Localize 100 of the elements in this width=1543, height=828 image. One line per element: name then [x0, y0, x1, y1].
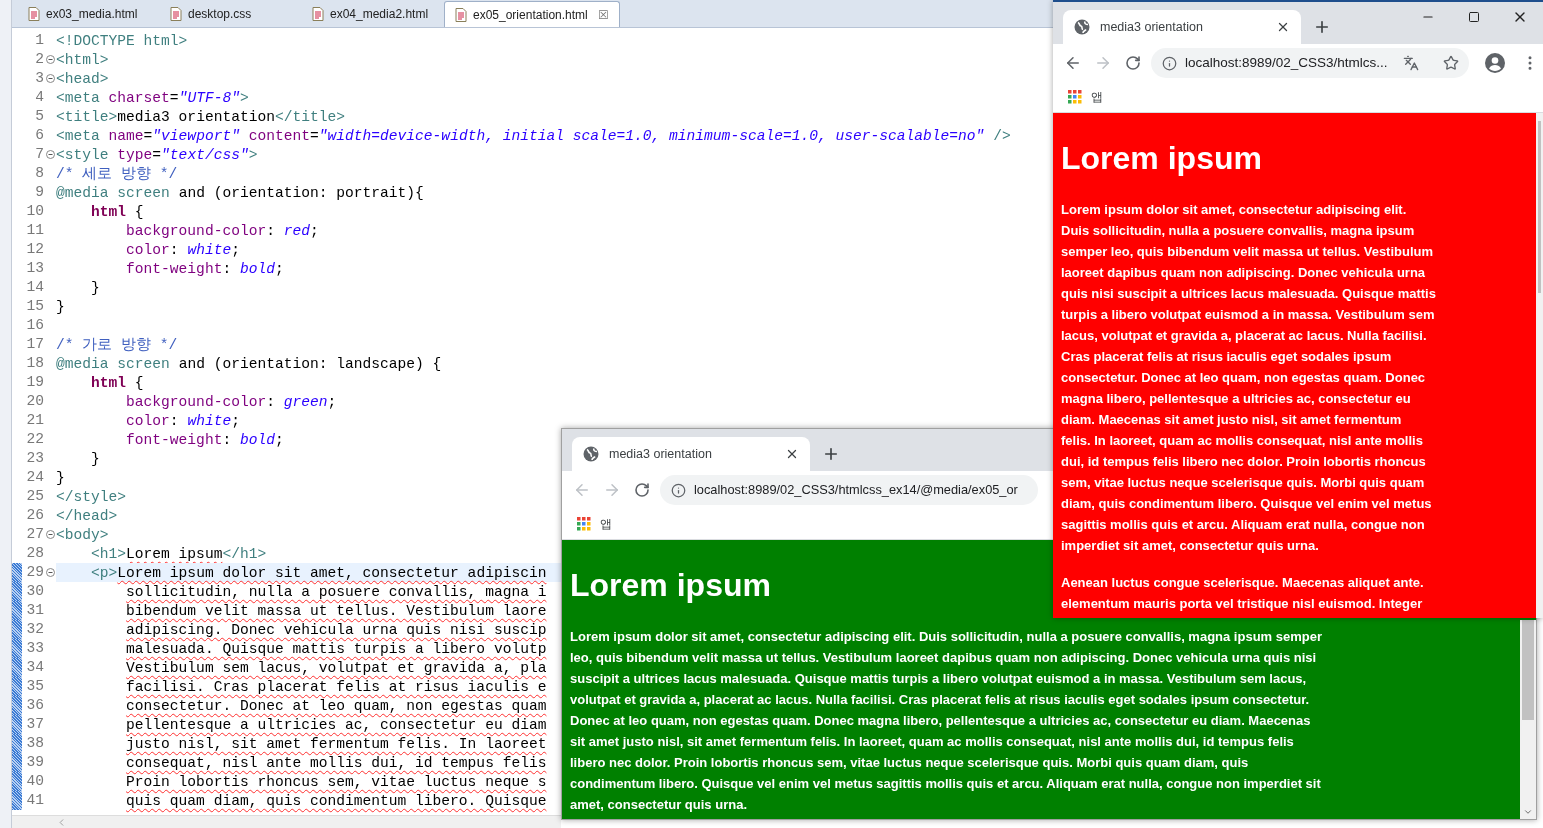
code-line: Vestibulum sem lacus, volutpat et gravida a, pla: [125, 660, 547, 676]
translate-icon[interactable]: [1403, 55, 1419, 71]
line-number: 13: [25, 259, 44, 278]
line-number: 26: [25, 506, 44, 525]
code-line: }: [56, 299, 65, 315]
page-heading: Lorem ipsum: [1061, 139, 1262, 177]
code-line: </style>: [56, 489, 127, 505]
code-line: <style type="text/css">: [56, 147, 258, 163]
code-line: <p>Lorem ipsum dolor sit amet, consectetur adipiscin: [90, 565, 547, 581]
vertical-scrollbar[interactable]: [1520, 620, 1536, 819]
line-number: 22: [25, 430, 44, 449]
line-number: 39: [25, 753, 44, 772]
code-line: adipiscing. Donec vehicula urna quis nisi suscip: [125, 622, 547, 638]
bookmark-label[interactable]: 앱: [1091, 88, 1103, 106]
code-line: <body>: [56, 527, 109, 543]
code-line: background-color: red;: [125, 223, 319, 239]
code-line: }: [56, 470, 65, 486]
code-line: background-color: green;: [125, 394, 337, 410]
code-line: </head>: [56, 508, 118, 524]
line-number: 2: [34, 50, 44, 69]
paragraph: Lorem ipsum dolor sit amet, consectetur adipiscing elit. Duis sollicitudin, nulla a posuere convallis, magna ipsum semper leo, quis bibendum velit massa ut tellus. Vestibulum laoreet dapibus quam non adipiscing. Donec vehicula urna quis nisi suscipit a ultrices lacus malesuada. Quisque mattis turpis a libero volutpat euismod a in massa. Vestibulum sem lacus, volutpat et gravida a, placerat ac lacus. Nulla facilisi. Cras placerat felis at risus iaculis eget sodales ipsum consectetur. Donec at leo quam, non egestas quam. Donec magna libero, pellentesque a ultricies ac, consectetur eu diam. Maecenas sit amet justo nisl, sit amet fermentum felis. In laoreet, quam ac mollis consequat, nisl ante mollis dui, id tempus felis libero nec dolor. Proin lobortis rhoncus sem, vitae luctus neque scelerisque quis. Morbi quis quam diam, quis condimentum libero. Quisque vel enim vel metus sagittis mollis quis et arcu. Aliquam erat nulla, congue non imperdiet sit amet, consectetur quis urna.: [570, 628, 1322, 814]
code-line: html {: [90, 204, 144, 220]
line-number: 38: [25, 734, 44, 753]
line-number: 36: [25, 696, 44, 715]
fold-icon[interactable]: [45, 568, 55, 577]
line-number: 29: [25, 563, 44, 582]
line-number: 23: [25, 449, 44, 468]
code-line: pellentesque a ultricies ac, consectetur eu diam: [125, 717, 547, 733]
new-tab-icon[interactable]: [822, 445, 840, 463]
info-icon[interactable]: [1162, 55, 1177, 71]
page-heading: Lorem ipsum: [570, 566, 771, 604]
line-number: 24: [25, 468, 44, 487]
code-line: consequat, nisl ante mollis dui, id tempus felis: [125, 755, 547, 771]
info-icon[interactable]: [671, 482, 686, 498]
globe-icon: [1074, 19, 1090, 35]
reload-button[interactable]: [1125, 55, 1141, 71]
code-line: <head>: [56, 71, 109, 87]
apps-icon[interactable]: [577, 517, 591, 531]
line-number: 34: [25, 658, 44, 677]
line-number: 9: [34, 183, 44, 202]
close-icon[interactable]: ☒: [597, 5, 609, 24]
file-icon: [28, 7, 40, 21]
fold-icon[interactable]: [45, 530, 55, 539]
file-icon: [312, 7, 324, 21]
code-line: quis quam diam, quis condimentum libero. Quisque: [125, 793, 547, 809]
reload-button[interactable]: [634, 482, 650, 498]
close-icon[interactable]: [785, 447, 799, 461]
code-line: sollicitudin, nulla a posuere convallis, magna i: [125, 584, 547, 600]
code-line: malesuada. Quisque mattis turpis a libero volutp: [125, 641, 547, 657]
editor-tab[interactable]: ex05_orientation.html ☒: [444, 1, 620, 27]
line-number: 21: [25, 411, 44, 430]
address-bar[interactable]: localhost:8989/02_CSS3/htmlcs...: [1151, 48, 1469, 78]
bookmark-star-icon[interactable]: [1443, 55, 1459, 71]
line-number: 5: [34, 107, 44, 126]
close-icon[interactable]: [1276, 20, 1290, 34]
apps-icon[interactable]: [1068, 90, 1082, 104]
browser-tab[interactable]: media3 orientation: [1063, 10, 1301, 44]
code-line: /* 세로 방향 */: [56, 166, 178, 182]
line-number: 6: [34, 126, 44, 145]
bookmark-label[interactable]: 앱: [600, 515, 612, 533]
file-icon: [455, 7, 467, 22]
code-line: html {: [90, 375, 144, 391]
line-number: 10: [25, 202, 44, 221]
code-line: Proin lobortis rhoncus sem, vitae luctus neque s: [125, 774, 547, 790]
code-line: /* 가로 방향 */: [56, 337, 178, 353]
line-number: 33: [25, 639, 44, 658]
line-number: 40: [25, 772, 44, 791]
line-number: 12: [25, 240, 44, 259]
line-number: 16: [25, 316, 44, 335]
line-number: 14: [25, 278, 44, 297]
code-line: @media screen and (orientation: portrait){: [56, 185, 424, 201]
line-number: 15: [25, 297, 44, 316]
code-line: <!DOCTYPE html>: [56, 33, 188, 49]
fold-icon[interactable]: [45, 55, 55, 64]
code-line: justo nisl, sit amet fermentum felis. In laoreet: [125, 736, 547, 752]
line-number: 28: [25, 544, 44, 563]
line-number: 8: [34, 164, 44, 183]
file-icon: [170, 7, 182, 21]
horizontal-scrollbar[interactable]: [12, 815, 561, 828]
address-bar[interactable]: localhost:8989/02_CSS3/htmlcss_ex14/@media/ex05_or: [660, 475, 1038, 505]
fold-icon[interactable]: [45, 74, 55, 83]
new-tab-icon[interactable]: [1313, 18, 1331, 36]
code-line: consectetur. Donec at leo quam, non egestas quam: [125, 698, 547, 714]
profile-icon[interactable]: [1485, 53, 1505, 73]
code-line: font-weight: bold;: [125, 261, 284, 277]
vertical-scrollbar[interactable]: [1536, 113, 1543, 618]
scroll-down-icon[interactable]: [1523, 807, 1533, 817]
line-number: 31: [25, 601, 44, 620]
code-line: <meta charset="UTF-8">: [56, 90, 249, 106]
maximize-icon[interactable]: [1468, 11, 1480, 23]
paragraph: Aenean luctus congue scelerisque. Maecenas aliquet ante. elementum mauris porta vel tristique nisl euismod. Integer: [1061, 574, 1424, 613]
line-number: 11: [25, 221, 44, 240]
line-number: 37: [25, 715, 44, 734]
code-line: facilisi. Cras placerat felis at risus iaculis e: [125, 679, 547, 695]
line-number: 18: [25, 354, 44, 373]
code-line: <meta name="viewport" content="width=device-width, initial scale=1.0, minimum-scale=1.0, user-scalable=no" />: [56, 128, 1011, 144]
globe-icon: [583, 446, 599, 462]
browser-tab[interactable]: media3 orientation: [572, 437, 810, 471]
fold-icon[interactable]: [45, 150, 55, 159]
back-button[interactable]: [1064, 54, 1082, 72]
